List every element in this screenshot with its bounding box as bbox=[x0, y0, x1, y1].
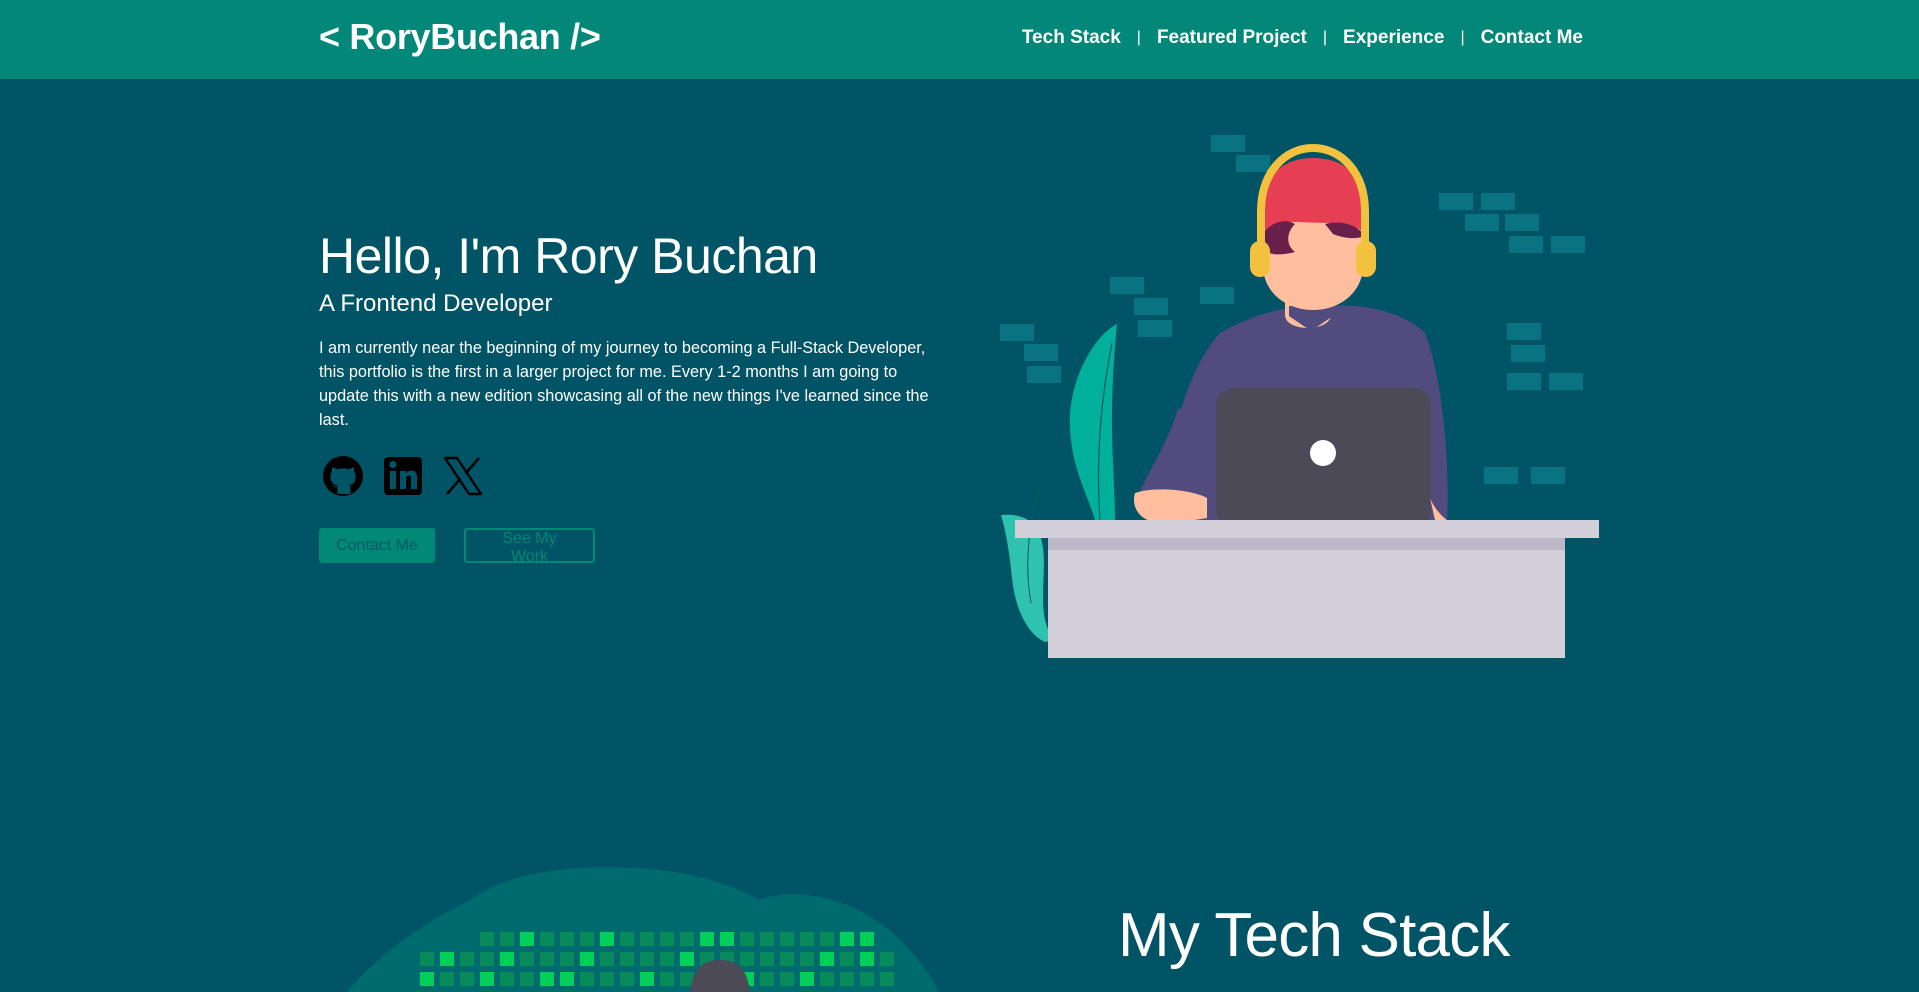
hero-description: I am currently near the beginning of my … bbox=[319, 339, 929, 429]
nav-separator: | bbox=[1322, 29, 1328, 46]
linkedin-icon bbox=[384, 457, 422, 495]
nav-separator: | bbox=[1136, 29, 1141, 46]
github-icon bbox=[323, 456, 363, 496]
see-my-work-button[interactable]: See My Work bbox=[464, 528, 595, 565]
social-links bbox=[319, 452, 499, 500]
navbar: < RoryBuchan /> Tech Stack | Featured Pr… bbox=[0, 0, 1919, 79]
brand-logo[interactable]: < RoryBuchan /> bbox=[319, 16, 601, 58]
tech-stack-illustration bbox=[346, 867, 939, 992]
tech-stack-title: My Tech Stack bbox=[1118, 901, 1510, 970]
nav-links: Tech Stack | Featured Project | Experien… bbox=[1022, 27, 1583, 49]
x-icon bbox=[443, 456, 483, 496]
nav-link-featured-project[interactable]: Featured Project bbox=[1157, 27, 1307, 49]
linkedin-link[interactable] bbox=[379, 452, 427, 500]
hero-subtitle: A Frontend Developer bbox=[319, 290, 553, 317]
contact-me-button[interactable]: Contact Me bbox=[319, 528, 435, 563]
hero-title: Hello, I'm Rory Buchan bbox=[319, 228, 818, 284]
x-link[interactable] bbox=[439, 452, 487, 500]
developer-illustration bbox=[1000, 135, 1599, 658]
nav-separator: | bbox=[1460, 29, 1465, 46]
nav-link-tech-stack[interactable]: Tech Stack bbox=[1022, 27, 1121, 49]
nav-link-experience[interactable]: Experience bbox=[1343, 27, 1444, 49]
hero-section: Hello, I'm Rory Buchan A Frontend Develo… bbox=[319, 225, 944, 432]
github-link[interactable] bbox=[319, 452, 367, 500]
nav-link-contact-me[interactable]: Contact Me bbox=[1481, 27, 1583, 49]
